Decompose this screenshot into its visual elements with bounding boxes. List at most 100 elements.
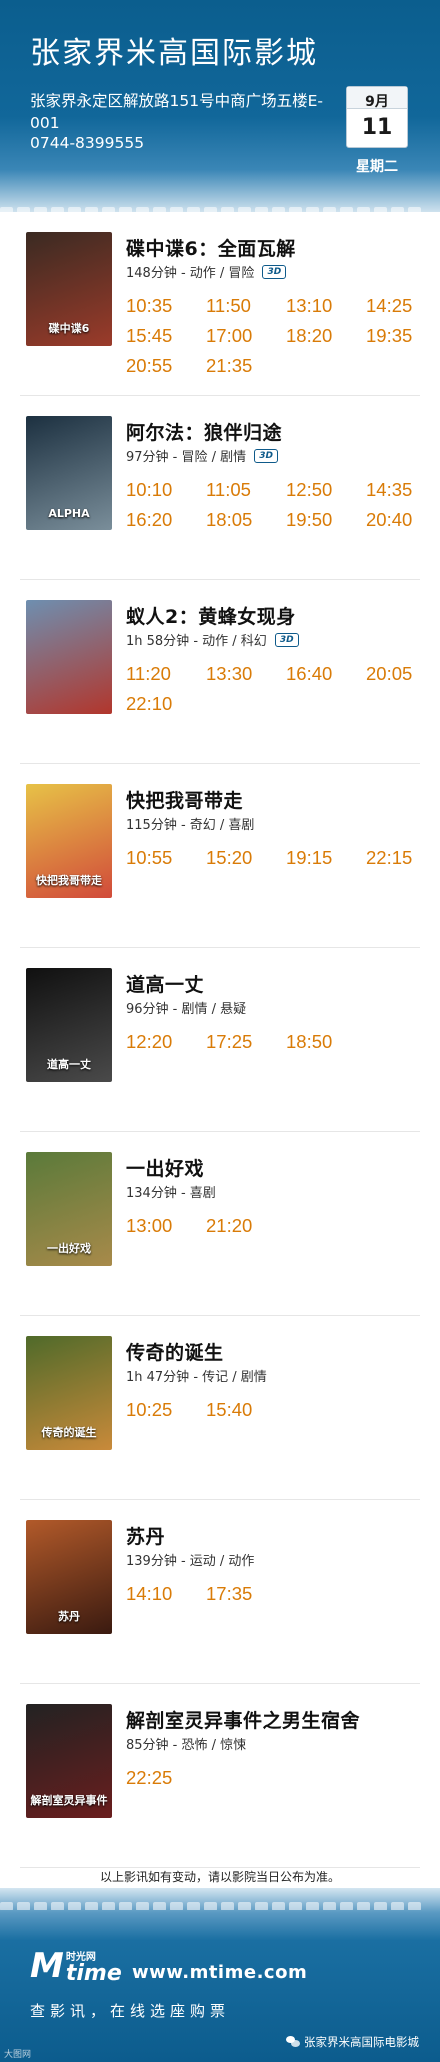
- showtime-button[interactable]: 20:05: [366, 662, 440, 686]
- movie-title[interactable]: 快把我哥带走: [126, 786, 243, 813]
- cinema-address: 张家界永定区解放路151号中商广场五楼E-001: [30, 92, 323, 132]
- stitch-dash: [289, 1902, 302, 1910]
- movie-item[interactable]: 解剖室灵异事件 解剖室灵异事件之男生宿舍 85分钟 - 恐怖 / 惊悚 22:2…: [20, 1684, 420, 1868]
- showtime-button[interactable]: 17:35: [206, 1582, 286, 1606]
- showtime-button[interactable]: 14:35: [366, 478, 440, 502]
- movie-item[interactable]: 道高一丈 道高一丈 96分钟 - 剧情 / 悬疑 12:20 17:25 18:50: [20, 948, 420, 1132]
- stitch-dash: [340, 1902, 353, 1910]
- showtime-button[interactable]: 14:10: [126, 1582, 206, 1606]
- stitch-dash: [255, 1902, 268, 1910]
- showtime-list: 14:10 17:35: [126, 1582, 426, 1606]
- poster-title-text: 传奇的诞生: [41, 1426, 97, 1439]
- cinema-phone[interactable]: 0744-8399555: [30, 134, 144, 152]
- movie-meta-row: 1h 58分钟 - 动作 / 科幻 3D: [126, 630, 299, 649]
- movie-poster[interactable]: 快把我哥带走: [26, 784, 112, 898]
- stitch-dash: [238, 1902, 251, 1910]
- movie-meta: 139分钟 - 运动 / 动作: [126, 1554, 255, 1569]
- showtime-button[interactable]: 10:55: [126, 846, 206, 870]
- movie-poster[interactable]: 道高一丈: [26, 968, 112, 1082]
- stitch-dash: [119, 1902, 132, 1910]
- movie-meta: 1h 58分钟 - 动作 / 科幻: [126, 634, 267, 649]
- stitch-dash: [306, 1902, 319, 1910]
- mtime-url-link[interactable]: www.mtime.com: [132, 1962, 307, 1983]
- showtime-button[interactable]: 22:10: [126, 692, 206, 716]
- movie-poster[interactable]: 碟中谍6: [26, 232, 112, 346]
- movie-poster[interactable]: 苏丹: [26, 1520, 112, 1634]
- showtime-button[interactable]: 11:50: [206, 294, 286, 318]
- movie-item[interactable]: 一出好戏 一出好戏 134分钟 - 喜剧 13:00 21:20: [20, 1132, 420, 1316]
- showtime-button[interactable]: 19:50: [286, 508, 366, 532]
- showtime-button[interactable]: 10:25: [126, 1398, 206, 1422]
- movie-meta: 1h 47分钟 - 传记 / 剧情: [126, 1370, 267, 1385]
- showtime-button[interactable]: 11:05: [206, 478, 286, 502]
- showtime-button[interactable]: 13:10: [286, 294, 366, 318]
- showtime-button[interactable]: 19:15: [286, 846, 366, 870]
- movie-title[interactable]: 解剖室灵异事件之男生宿舍: [126, 1706, 360, 1733]
- movie-title[interactable]: 蚁人2：黄蜂女现身: [126, 602, 296, 629]
- mtime-logo[interactable]: M 时光网 time: [30, 1946, 122, 1986]
- movie-title[interactable]: 道高一丈: [126, 970, 204, 997]
- showtime-button[interactable]: 15:20: [206, 846, 286, 870]
- poster-title-text: ALPHA: [48, 507, 90, 520]
- poster-title-text: 一出好戏: [47, 1242, 91, 1255]
- stitch-dash: [408, 1902, 421, 1910]
- movie-title[interactable]: 碟中谍6：全面瓦解: [126, 234, 296, 261]
- ticket-stitch-divider: [0, 1896, 440, 1910]
- footer-slogan: 查影讯，在线选座购票: [30, 2002, 231, 2020]
- movie-item[interactable]: 蚁人2：黄蜂女现身 1h 58分钟 - 动作 / 科幻 3D 11:20 13:3…: [20, 580, 420, 764]
- showtime-button[interactable]: 21:20: [206, 1214, 286, 1238]
- showtime-button[interactable]: 15:45: [126, 324, 206, 348]
- movie-item[interactable]: 快把我哥带走 快把我哥带走 115分钟 - 奇幻 / 喜剧 10:55 15:20…: [20, 764, 420, 948]
- showtime-list: 12:20 17:25 18:50: [126, 1030, 426, 1054]
- showtime-list: 13:00 21:20: [126, 1214, 426, 1238]
- weixin-account[interactable]: 张家界米高国际电影城: [286, 2034, 419, 2050]
- stitch-dash: [17, 1902, 30, 1910]
- movie-item[interactable]: 碟中谍6 碟中谍6：全面瓦解 148分钟 - 动作 / 冒险 3D 10:35 1…: [20, 212, 420, 396]
- showtime-button[interactable]: 10:10: [126, 478, 206, 502]
- showtime-button[interactable]: 21:35: [206, 354, 286, 378]
- movie-item[interactable]: 传奇的诞生 传奇的诞生 1h 47分钟 - 传记 / 剧情 10:25 15:40: [20, 1316, 420, 1500]
- date-day: 11: [361, 115, 393, 140]
- showtime-button[interactable]: 14:25: [366, 294, 440, 318]
- movie-meta: 148分钟 - 动作 / 冒险: [126, 266, 255, 281]
- showtime-button[interactable]: 20:55: [126, 354, 206, 378]
- badge-3d: 3D: [274, 632, 299, 647]
- showtime-button[interactable]: 13:00: [126, 1214, 206, 1238]
- showtime-button[interactable]: 12:50: [286, 478, 366, 502]
- movie-item[interactable]: 苏丹 苏丹 139分钟 - 运动 / 动作 14:10 17:35: [20, 1500, 420, 1684]
- showtime-button[interactable]: 17:00: [206, 324, 286, 348]
- poster-image: [26, 600, 112, 714]
- movie-title[interactable]: 传奇的诞生: [126, 1338, 224, 1365]
- showtime-button[interactable]: 22:25: [126, 1766, 206, 1790]
- showtime-button[interactable]: 17:25: [206, 1030, 286, 1054]
- stitch-dash: [391, 1902, 404, 1910]
- showtime-button[interactable]: 12:20: [126, 1030, 206, 1054]
- ticket-stitch-divider: [0, 190, 440, 212]
- stitch-dash: [204, 1902, 217, 1910]
- movie-meta-row: 97分钟 - 冒险 / 剧情 3D: [126, 446, 279, 465]
- showtime-button[interactable]: 10:35: [126, 294, 206, 318]
- showtime-button[interactable]: 15:40: [206, 1398, 286, 1422]
- movie-poster[interactable]: 一出好戏: [26, 1152, 112, 1266]
- movie-poster[interactable]: [26, 600, 112, 714]
- showtime-button[interactable]: 18:05: [206, 508, 286, 532]
- showtime-button[interactable]: 22:15: [366, 846, 440, 870]
- showtime-button[interactable]: 16:40: [286, 662, 366, 686]
- showtime-button[interactable]: 16:20: [126, 508, 206, 532]
- movie-title[interactable]: 阿尔法：狼伴归途: [126, 418, 282, 445]
- showtime-button[interactable]: 13:30: [206, 662, 286, 686]
- showtime-list: 10:55 15:20 19:15 22:15: [126, 846, 426, 870]
- showtime-button[interactable]: 20:40: [366, 508, 440, 532]
- showtime-button[interactable]: 19:35: [366, 324, 440, 348]
- movie-item[interactable]: ALPHA 阿尔法：狼伴归途 97分钟 - 冒险 / 剧情 3D 10:10 11…: [20, 396, 420, 580]
- showtime-button[interactable]: 18:20: [286, 324, 366, 348]
- poster-title-text: 苏丹: [58, 1610, 80, 1623]
- movie-poster[interactable]: 解剖室灵异事件: [26, 1704, 112, 1818]
- movie-poster[interactable]: ALPHA: [26, 416, 112, 530]
- showtime-button[interactable]: 11:20: [126, 662, 206, 686]
- movie-list: 碟中谍6 碟中谍6：全面瓦解 148分钟 - 动作 / 冒险 3D 10:35 1…: [0, 212, 440, 1868]
- movie-title[interactable]: 苏丹: [126, 1522, 165, 1549]
- movie-poster[interactable]: 传奇的诞生: [26, 1336, 112, 1450]
- showtime-button[interactable]: 18:50: [286, 1030, 366, 1054]
- movie-title[interactable]: 一出好戏: [126, 1154, 204, 1181]
